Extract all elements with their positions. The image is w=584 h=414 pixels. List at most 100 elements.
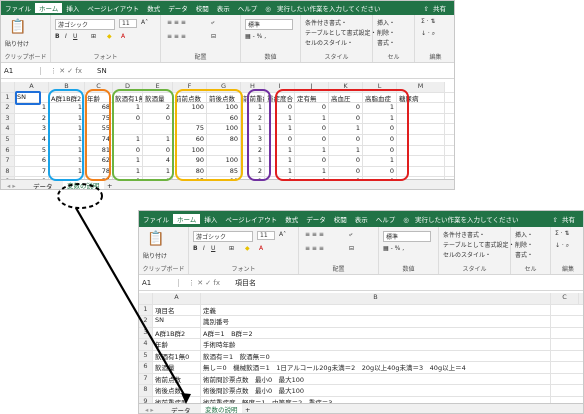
wrap-text-icon[interactable]: ⤶ xyxy=(349,231,352,239)
paste-button[interactable]: 貼り付け xyxy=(143,251,167,260)
align-left-icon[interactable]: ≡ ≡ ≡ xyxy=(167,33,186,40)
format-button[interactable]: 書式・ xyxy=(515,250,533,259)
font-color-icon[interactable]: A xyxy=(259,245,263,252)
autosum-icon[interactable]: Σ · ⇅ xyxy=(555,230,570,237)
format-as-table-button[interactable]: テーブルとして書式設定・ xyxy=(305,28,376,37)
percent-icon[interactable]: ▦ - % , xyxy=(383,245,404,252)
menu-review[interactable]: 校閲 xyxy=(192,3,213,13)
menu-insert[interactable]: 挿入 xyxy=(62,3,83,13)
menu-data[interactable]: データ xyxy=(164,3,192,13)
underline-icon[interactable]: U xyxy=(211,245,215,252)
row-number[interactable]: 3 xyxy=(139,327,153,338)
format-button[interactable]: 書式・ xyxy=(377,38,395,47)
menu-page-layout[interactable]: ページレイアウト xyxy=(83,3,143,13)
bold-icon[interactable]: B xyxy=(193,245,198,252)
table-cell[interactable]: 定義 xyxy=(201,304,551,315)
row-number[interactable]: 3 xyxy=(1,113,15,124)
menu-home[interactable]: ホーム xyxy=(35,3,63,13)
formula-input[interactable]: SN xyxy=(91,67,107,75)
tab-data[interactable]: データ xyxy=(29,180,57,190)
column-header[interactable]: D xyxy=(579,293,583,304)
tab-nav-icon[interactable]: ◂ ▸ xyxy=(141,404,158,414)
row-number[interactable]: 5 xyxy=(139,350,153,361)
table-cell[interactable]: 手術時年齢 xyxy=(201,339,551,350)
column-header[interactable]: C xyxy=(551,293,579,304)
delete-button[interactable]: 削除・ xyxy=(377,28,395,37)
table-cell[interactable]: A群1B群2 xyxy=(153,327,201,338)
merge-icon[interactable]: ⊟ xyxy=(349,245,354,252)
format-as-table-button[interactable]: テーブルとして書式設定・ xyxy=(443,240,514,249)
table-cell[interactable]: 術後点数 xyxy=(153,385,201,396)
conditional-format-button[interactable]: 条件付き書式・ xyxy=(443,230,485,239)
row-number[interactable]: 7 xyxy=(1,156,15,166)
insert-button[interactable]: 挿入・ xyxy=(377,18,395,27)
font-grow-icon[interactable]: A˄ xyxy=(279,231,286,238)
row-number[interactable]: 1 xyxy=(139,304,153,315)
fill-color-icon[interactable]: ◆ xyxy=(245,245,250,252)
row-number[interactable]: 2 xyxy=(1,103,15,113)
tab-nav-icon[interactable]: ◂ ▸ xyxy=(3,180,20,190)
row-number[interactable]: 6 xyxy=(139,362,153,373)
column-header[interactable]: B xyxy=(201,293,551,304)
table-cell[interactable]: 3 xyxy=(15,124,49,134)
table-cell[interactable]: A群＝1 B群＝2 xyxy=(201,327,551,338)
menu-insert[interactable]: 挿入 xyxy=(200,214,221,224)
name-box[interactable]: A1 xyxy=(1,66,41,75)
formula-input[interactable]: 項目名 xyxy=(229,278,256,288)
table-cell[interactable]: 飲酒有1無0 xyxy=(153,350,201,361)
border-icon[interactable]: ⊞ xyxy=(229,245,234,252)
insert-button[interactable]: 挿入・ xyxy=(515,230,533,239)
conditional-format-button[interactable]: 条件付き書式・ xyxy=(305,18,347,27)
number-format-select[interactable]: 標準 xyxy=(383,231,431,242)
font-size-select[interactable]: 11 xyxy=(119,19,137,28)
table-cell[interactable]: 5 xyxy=(15,145,49,156)
table-cell[interactable]: 識別番号 xyxy=(201,316,551,327)
formula-buttons[interactable]: ⋮ ✕ ✓ fx xyxy=(41,67,91,75)
add-sheet-button[interactable]: + xyxy=(241,404,254,414)
find-icon[interactable]: ↓ · ⌕ xyxy=(421,30,435,38)
menu-home[interactable]: ホーム xyxy=(173,214,201,224)
menu-file[interactable]: ファイル xyxy=(1,3,35,13)
share-button[interactable]: ⇧ 共有 xyxy=(549,214,583,224)
row-number[interactable]: 4 xyxy=(1,124,15,134)
table-cell[interactable]: 7 xyxy=(15,166,49,177)
paste-icon[interactable]: 📋 xyxy=(147,231,164,247)
italic-icon[interactable]: I xyxy=(65,33,67,40)
select-all-corner[interactable] xyxy=(1,82,15,92)
italic-icon[interactable]: I xyxy=(203,245,205,252)
table-cell[interactable]: 術前点数 xyxy=(153,373,201,384)
tab-variable-desc[interactable]: 変数の説明 xyxy=(63,180,104,189)
table-cell[interactable]: 飲酒量 xyxy=(153,362,201,373)
row-number[interactable]: 1 xyxy=(1,92,15,103)
menu-page-layout[interactable]: ページレイアウト xyxy=(221,214,281,224)
row-number[interactable]: 5 xyxy=(1,135,15,145)
fill-color-icon[interactable]: ◆ xyxy=(107,33,112,40)
menu-formulas[interactable]: 数式 xyxy=(281,214,302,224)
table-cell[interactable]: 年齢 xyxy=(153,339,201,350)
align-top-icon[interactable]: ≡ ≡ ≡ xyxy=(305,231,324,238)
menu-file[interactable]: ファイル xyxy=(139,214,173,224)
row-number[interactable]: 8 xyxy=(1,166,15,177)
align-left-icon[interactable]: ≡ ≡ ≡ xyxy=(305,245,324,252)
number-format-select[interactable]: 標準 xyxy=(245,19,293,30)
table-cell[interactable]: 術前問診票点数 最小0 最大100 xyxy=(201,373,551,384)
row-number[interactable]: 6 xyxy=(1,145,15,156)
table-cell[interactable]: 項目名 xyxy=(153,304,201,315)
paste-button[interactable]: 貼り付け xyxy=(5,39,29,48)
row-number[interactable]: 4 xyxy=(139,339,153,350)
font-color-icon[interactable]: A xyxy=(121,33,125,40)
share-button[interactable]: ⇧ 共有 xyxy=(420,3,454,13)
tab-data[interactable]: データ xyxy=(167,404,195,414)
table-cell[interactable]: SN xyxy=(153,316,201,327)
merge-icon[interactable]: ⊟ xyxy=(211,33,216,40)
menu-help[interactable]: ヘルプ xyxy=(372,214,400,224)
tab-variable-desc[interactable]: 変数の説明 xyxy=(201,404,242,413)
sheet-grid[interactable]: ABCD1項目名定義2SN識別番号3A群1B群2A群＝1 B群＝24年齢手術時年… xyxy=(139,293,583,403)
font-size-select[interactable]: 11 xyxy=(257,231,275,240)
select-all-corner[interactable] xyxy=(139,293,153,304)
tell-me-search[interactable]: ◎ 実行したい作業を入力してください xyxy=(261,3,388,13)
border-icon[interactable]: ⊞ xyxy=(91,33,96,40)
table-cell[interactable]: 6 xyxy=(15,156,49,166)
align-top-icon[interactable]: ≡ ≡ ≡ xyxy=(167,19,186,26)
formula-buttons[interactable]: ⋮ ✕ ✓ fx xyxy=(179,279,229,287)
